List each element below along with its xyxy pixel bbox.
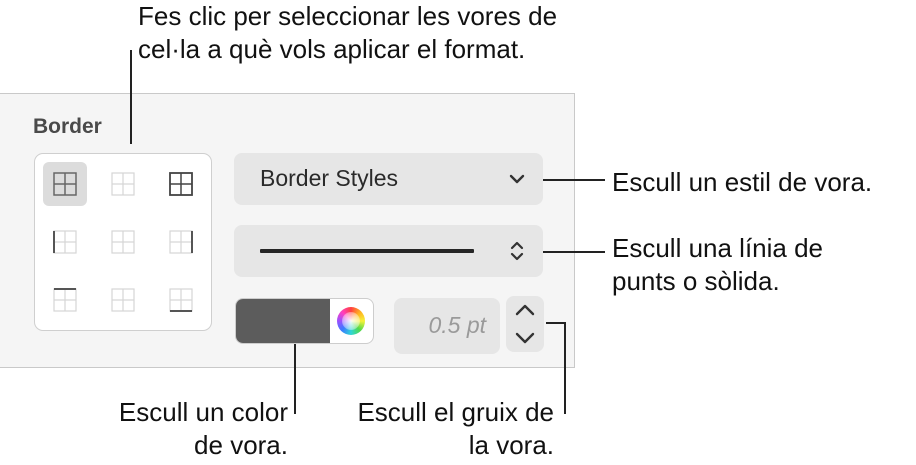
cell-left-border[interactable] (43, 220, 87, 264)
section-title: Border (33, 115, 102, 138)
horizontal-inside-border-icon (111, 288, 135, 312)
line-style-popup[interactable] (234, 225, 543, 277)
all-borders-icon (53, 172, 77, 196)
leader-color (294, 344, 296, 414)
solid-line-sample (260, 249, 474, 253)
callout-border-style: Escull un estil de vora. (612, 166, 872, 199)
callout-line: Fes clic per seleccionar les vores de (138, 1, 558, 31)
callout-border-color: Escull un color de vora. (119, 396, 288, 462)
leader-width-v (564, 322, 566, 414)
callout-line: Escull un color (118, 397, 288, 427)
cell-bottom-border[interactable] (159, 278, 203, 322)
callout-line: cel·la a què vols aplicar el format. (138, 34, 526, 64)
leader-top (130, 50, 132, 144)
cell-inside-borders[interactable] (101, 162, 145, 206)
callout-border-width: Escull el gruix de la vora. (357, 396, 554, 462)
color-wheel-icon[interactable] (337, 307, 365, 335)
top-border-icon (53, 288, 77, 312)
callout-line: de vora. (194, 430, 288, 460)
outside-borders-icon (169, 172, 193, 196)
callout-line: punts o sòlida. (612, 266, 780, 296)
leader-width-h (546, 322, 566, 324)
callout-line: Escull una línia de (612, 233, 824, 263)
border-styles-popup[interactable]: Border Styles (234, 153, 543, 205)
border-selector-grid (34, 153, 212, 331)
border-styles-label: Border Styles (260, 165, 399, 191)
cell-right-border[interactable] (159, 220, 203, 264)
left-border-icon (53, 230, 77, 254)
border-width-stepper[interactable] (506, 296, 544, 352)
up-down-chevron-icon (510, 241, 524, 261)
stepper-up-button[interactable] (506, 296, 544, 324)
callout-line-type: Escull una línia de punts o sòlida. (612, 232, 823, 298)
callout-line: la vora. (468, 430, 554, 460)
border-color-well[interactable] (235, 298, 374, 344)
chevron-down-icon (515, 332, 535, 344)
leader-line (543, 251, 605, 253)
stepper-down-button[interactable] (506, 324, 544, 352)
vertical-inside-border-icon (111, 230, 135, 254)
border-width-field[interactable]: 0.5 pt (394, 298, 500, 354)
cell-vertical-inside-border[interactable] (101, 220, 145, 264)
bottom-border-icon (169, 288, 193, 312)
cell-top-border[interactable] (43, 278, 87, 322)
border-width-value: 0.5 pt (428, 312, 486, 338)
inside-borders-icon (111, 172, 135, 196)
cell-all-borders[interactable] (43, 162, 87, 206)
chevron-up-icon (515, 304, 535, 316)
cell-outside-borders[interactable] (159, 162, 203, 206)
chevron-down-icon (509, 174, 525, 184)
leader-style (543, 179, 605, 181)
callout-select-borders: Fes clic per seleccionar les vores de ce… (138, 0, 557, 66)
callout-line: Escull un estil de vora. (612, 167, 873, 197)
color-swatch[interactable] (236, 299, 330, 343)
cell-horizontal-inside-border[interactable] (101, 278, 145, 322)
right-border-icon (169, 230, 193, 254)
callout-line: Escull el gruix de (357, 397, 554, 427)
